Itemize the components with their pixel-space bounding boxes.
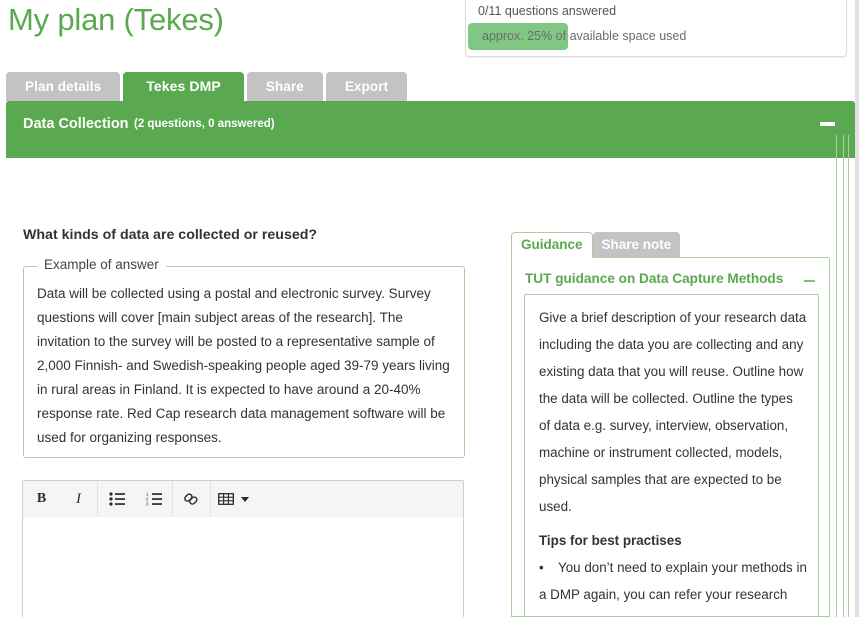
guidance-edge-rule-2 [843, 135, 844, 617]
bold-icon[interactable]: B [23, 482, 60, 517]
section-question-count: (2 questions, 0 answered) [134, 118, 275, 130]
tab-export[interactable]: Export [325, 72, 408, 101]
guidance-group-title: TUT guidance on Data Capture Methods [525, 271, 784, 286]
minus-icon[interactable] [804, 276, 815, 286]
guidance-tip-1-text: You don’t need to explain your methods i… [539, 560, 807, 616]
unordered-list-icon[interactable] [98, 482, 135, 517]
editor-toolbar: B I 1 2 3 [23, 481, 463, 518]
answer-editor: B I 1 2 3 [22, 480, 464, 617]
section-header[interactable]: Data Collection (2 questions, 0 answered… [6, 101, 855, 158]
tab-share-note[interactable]: Share note [592, 232, 681, 257]
page-right-gutter [855, 0, 859, 617]
page-title: My plan (Tekes) [8, 2, 224, 37]
ordered-list-icon[interactable]: 1 2 3 [135, 482, 172, 517]
guidance-tabs: Guidance Share note [511, 232, 681, 258]
guidance-edge-rule-3 [848, 135, 849, 617]
table-icon[interactable] [211, 482, 241, 517]
link-icon[interactable] [173, 482, 210, 517]
toolbar-group-link [173, 481, 211, 517]
chevron-down-icon[interactable] [241, 496, 257, 502]
toolbar-group-format: B I [23, 481, 98, 517]
example-answer-box: Example of answer Data will be collected… [23, 257, 465, 458]
example-answer-text: Data will be collected using a postal an… [37, 286, 450, 445]
guidance-body: Give a brief description of your researc… [539, 310, 807, 514]
italic-icon[interactable]: I [60, 482, 97, 517]
guidance-column: Guidance Share note TUT guidance on Data… [500, 158, 855, 617]
minus-icon[interactable] [820, 115, 835, 131]
guidance-text: Give a brief description of your researc… [539, 304, 807, 616]
guidance-panel: TUT guidance on Data Capture Methods Giv… [511, 257, 830, 617]
progress-percent-text: approx. 25% of [482, 29, 567, 43]
section-title: Data Collection [23, 116, 129, 132]
example-answer-legend: Example of answer [37, 257, 166, 272]
questions-answered-status: 0/11 questions answered [478, 4, 617, 18]
toolbar-group-lists: 1 2 3 [98, 481, 173, 517]
section-body: What kinds of data are collected or reus… [6, 158, 855, 617]
guidance-content-box: Give a brief description of your researc… [524, 294, 819, 616]
guidance-tips-heading: Tips for best practises [539, 533, 682, 548]
guidance-tip-1: • You don’t need to explain your methods … [539, 554, 807, 616]
toolbar-group-table [211, 481, 257, 517]
progress-rest-text: available space used [566, 29, 687, 43]
tab-guidance[interactable]: Guidance [511, 232, 593, 258]
tab-tekes-dmp[interactable]: Tekes DMP [123, 72, 244, 101]
answer-column: What kinds of data are collected or reus… [6, 158, 500, 617]
tab-plan-details[interactable]: Plan details [6, 72, 121, 101]
bullet-icon: • [539, 560, 544, 575]
plan-tabs: Plan details Tekes DMP Share Export [6, 72, 410, 101]
progress-panel: 0/11 questions answered approx. 25% of a… [465, 0, 847, 57]
progress-label: approx. 25% of available space used [482, 23, 686, 50]
answer-input[interactable] [23, 517, 463, 617]
space-used-progress: approx. 25% of available space used [468, 23, 846, 50]
question-label: What kinds of data are collected or reus… [23, 227, 318, 243]
guidance-edge-rule-1 [836, 135, 837, 617]
tab-share[interactable]: Share [246, 72, 323, 101]
data-collection-section: Data Collection (2 questions, 0 answered… [6, 101, 855, 617]
svg-text:3: 3 [146, 501, 149, 506]
plan-page: My plan (Tekes) 0/11 questions answered … [0, 0, 859, 617]
